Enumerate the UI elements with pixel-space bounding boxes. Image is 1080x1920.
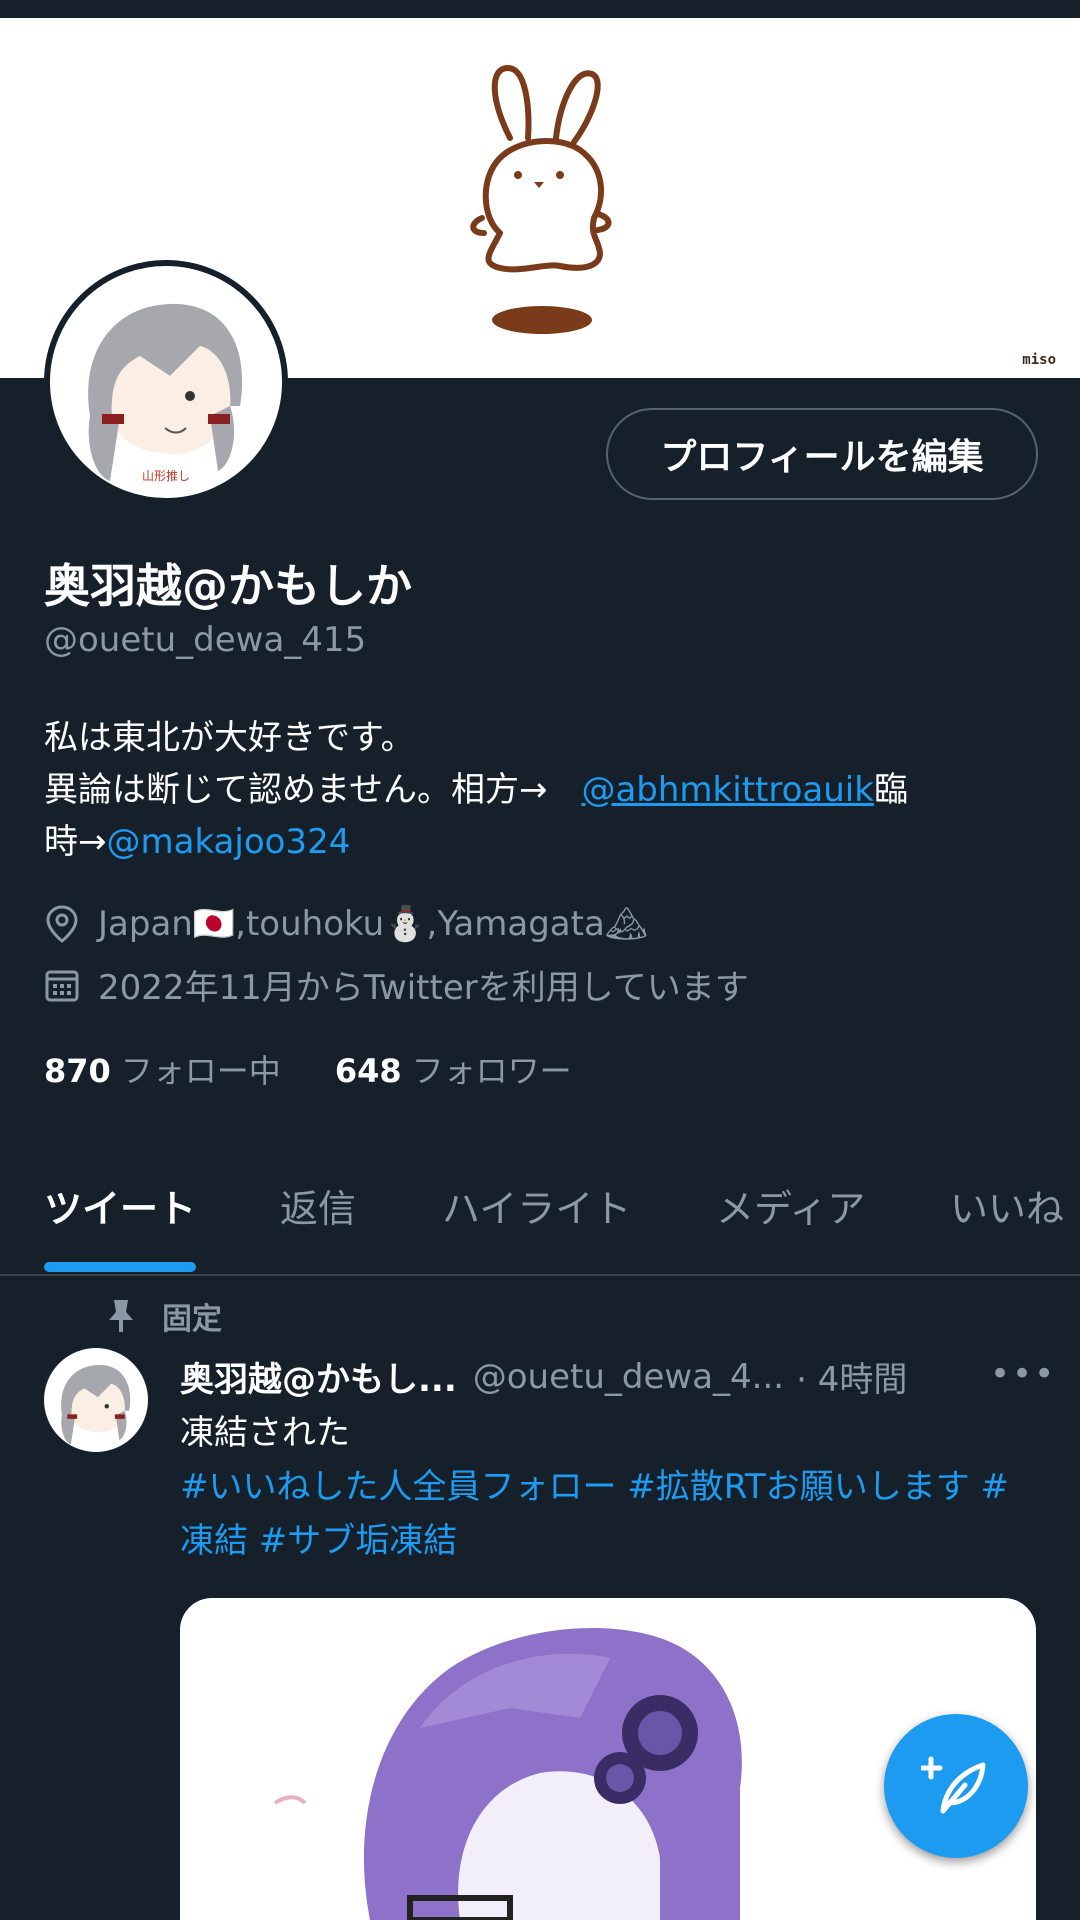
calendar-icon bbox=[45, 970, 79, 1001]
following-link[interactable]: 870 フォロー中 bbox=[44, 1046, 281, 1092]
bio-mention-temp[interactable]: @makajoo324 bbox=[107, 822, 351, 862]
profile-joined: 2022年11月からTwitterを利用しています bbox=[44, 960, 749, 1009]
tab-tweets[interactable]: ツイート bbox=[44, 1178, 196, 1233]
more-options-icon[interactable]: ••• bbox=[990, 1354, 1056, 1394]
followers-count: 648 bbox=[334, 1052, 402, 1090]
location-text: Japan🇯🇵,touhoku⛄,Yamagata🏔 bbox=[98, 904, 648, 944]
bio-line-3: 時→@makajoo324 bbox=[44, 816, 1044, 868]
tab-media[interactable]: メディア bbox=[716, 1178, 865, 1233]
compose-tweet-icon bbox=[921, 1756, 986, 1814]
profile-avatar[interactable]: 山形推し bbox=[44, 260, 288, 504]
pinned-indicator: 固定 bbox=[106, 1294, 222, 1338]
profile-handle: @ouetu_dewa_415 bbox=[44, 620, 367, 660]
profile-name: 奥羽越@かもしか bbox=[44, 559, 412, 613]
tweet-author-handle[interactable]: @ouetu_dewa_4... bbox=[473, 1357, 784, 1397]
status-bar bbox=[0, 0, 1080, 18]
following-label: フォロー中 bbox=[120, 1052, 281, 1090]
follow-stats: 870 フォロー中 648 フォロワー bbox=[44, 1046, 626, 1092]
location-pin-icon bbox=[46, 905, 78, 943]
bio-text: 時→ bbox=[44, 822, 107, 862]
pinned-label: 固定 bbox=[162, 1302, 222, 1337]
tweet-author-name[interactable]: 奥羽越@かもし... bbox=[180, 1352, 457, 1401]
edit-profile-button[interactable]: プロフィールを編集 bbox=[606, 408, 1038, 500]
pin-icon bbox=[109, 1300, 133, 1332]
joined-text: 2022年11月からTwitterを利用しています bbox=[98, 968, 749, 1008]
followers-link[interactable]: 648 フォロワー bbox=[335, 1046, 572, 1092]
tab-highlights[interactable]: ハイライト bbox=[442, 1178, 631, 1233]
tweet-hashtags[interactable]: #いいねした人全員フォロー #拡散RTお願いします #凍結 #サブ垢凍結 bbox=[180, 1460, 1040, 1568]
tweet-avatar[interactable] bbox=[44, 1348, 148, 1452]
profile-tabs: ツイート 返信 ハイライト メディア いいね bbox=[0, 1160, 1080, 1276]
bio-mention-partner[interactable]: @abhmkittroauik bbox=[581, 770, 873, 810]
active-tab-indicator bbox=[44, 1262, 196, 1272]
profile-location: Japan🇯🇵,touhoku⛄,Yamagata🏔 bbox=[44, 904, 648, 944]
compose-tweet-button[interactable] bbox=[884, 1714, 1028, 1858]
avatar-caption: 山形推し bbox=[142, 469, 190, 483]
profile-bio: 私は東北が大好きです。 異論は断じて認めません。相方→ @abhmkittroa… bbox=[44, 712, 1044, 868]
following-count: 870 bbox=[44, 1052, 111, 1090]
banner-signature: miso bbox=[1022, 352, 1056, 368]
tweet-timestamp[interactable]: · 4時間 bbox=[796, 1352, 907, 1401]
followers-label: フォロワー bbox=[411, 1052, 572, 1090]
tweet-header: 奥羽越@かもし... @ouetu_dewa_4... · 4時間 bbox=[180, 1352, 1040, 1401]
bio-text: 臨 bbox=[873, 770, 908, 810]
bio-line-1: 私は東北が大好きです。 bbox=[44, 718, 415, 758]
bio-line-2: 異論は断じて認めません。相方→ @abhmkittroauik臨 bbox=[44, 764, 1044, 816]
bio-text: 異論は断じて認めません。相方→ bbox=[44, 770, 582, 810]
tweet-text: 凍結された bbox=[180, 1413, 350, 1453]
tab-likes[interactable]: いいね bbox=[950, 1178, 1064, 1233]
tab-replies[interactable]: 返信 bbox=[280, 1178, 356, 1233]
